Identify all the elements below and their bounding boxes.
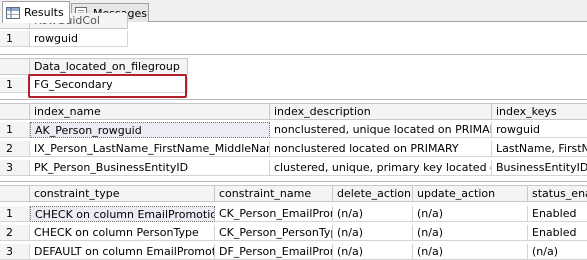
row-number[interactable]: 1 (0, 31, 30, 47)
table-cell[interactable]: LastName, FirstNa (492, 141, 587, 157)
row-number[interactable]: 3 (0, 160, 30, 176)
table-cell[interactable]: DEFAULT on column EmailPromotion (30, 244, 215, 260)
table-cell[interactable]: nonclustered located on PRIMARY (270, 141, 492, 157)
table-cell[interactable]: CHECK on column PersonType (30, 225, 215, 241)
table-cell[interactable]: CK_Person_EmailPromotion (215, 206, 333, 222)
row-number[interactable]: 1 (0, 122, 30, 138)
column-header[interactable]: status_ena (528, 186, 587, 202)
row-number[interactable]: 1 (0, 206, 30, 222)
table-cell[interactable]: Enabled (528, 225, 587, 241)
row-number[interactable]: 3 (0, 244, 30, 260)
table-cell[interactable]: clustered, unique, primary key located o… (270, 160, 492, 176)
column-header[interactable]: constraint_name (215, 186, 333, 202)
column-header[interactable]: delete_action (333, 186, 413, 202)
row-number[interactable]: 2 (0, 225, 30, 241)
table-cell[interactable]: BusinessEntityID (492, 160, 587, 176)
result-grid-indexes: index_name index_description index_keys … (0, 103, 587, 179)
table-cell[interactable]: AK_Person_rowguid (30, 122, 270, 138)
table-cell[interactable]: (n/a) (333, 225, 413, 241)
grid-separator (0, 181, 587, 182)
tab-results-label: Results (24, 6, 64, 19)
table-cell[interactable]: (n/a) (333, 206, 413, 222)
column-header[interactable]: Data_located_on_filegroup (30, 59, 188, 75)
results-grid-icon (6, 6, 20, 19)
table-cell[interactable]: rowguid (30, 31, 128, 47)
column-header[interactable]: index_keys (492, 104, 587, 120)
row-number[interactable]: 1 (0, 77, 30, 93)
column-header[interactable]: index_name (30, 104, 270, 120)
grid-separator (0, 54, 587, 55)
column-header[interactable]: update_action (413, 186, 528, 202)
table-cell[interactable]: (n/a) (413, 244, 528, 260)
table-cell[interactable]: (n/a) (413, 225, 528, 241)
table-cell[interactable]: DF_Person_EmailPromotion (215, 244, 333, 260)
result-grid-constraints: constraint_type constraint_name delete_a… (0, 185, 587, 260)
column-header[interactable]: index_description (270, 104, 492, 120)
result-grid-rowguidcol: RowGuidCol 1 rowguid (0, 13, 128, 52)
grid-separator (0, 99, 587, 100)
row-number[interactable]: 2 (0, 141, 30, 157)
tab-results[interactable]: Results (2, 1, 70, 23)
table-cell[interactable]: rowguid (492, 122, 587, 138)
table-cell[interactable]: nonclustered, unique located on PRIMARY (270, 122, 492, 138)
table-cell[interactable]: CHECK on column EmailPromotion (30, 206, 215, 222)
table-cell[interactable]: IX_Person_LastName_FirstName_MiddleName (30, 141, 270, 157)
column-header[interactable]: constraint_type (30, 186, 215, 202)
highlight-box (28, 74, 187, 98)
table-cell[interactable]: PK_Person_BusinessEntityID (30, 160, 270, 176)
table-cell[interactable]: CK_Person_PersonType (215, 225, 333, 241)
table-cell[interactable]: (n/a) (333, 244, 413, 260)
table-cell[interactable]: (n/a) (528, 244, 587, 260)
table-cell[interactable]: (n/a) (413, 206, 528, 222)
table-cell[interactable]: Enabled (528, 206, 587, 222)
